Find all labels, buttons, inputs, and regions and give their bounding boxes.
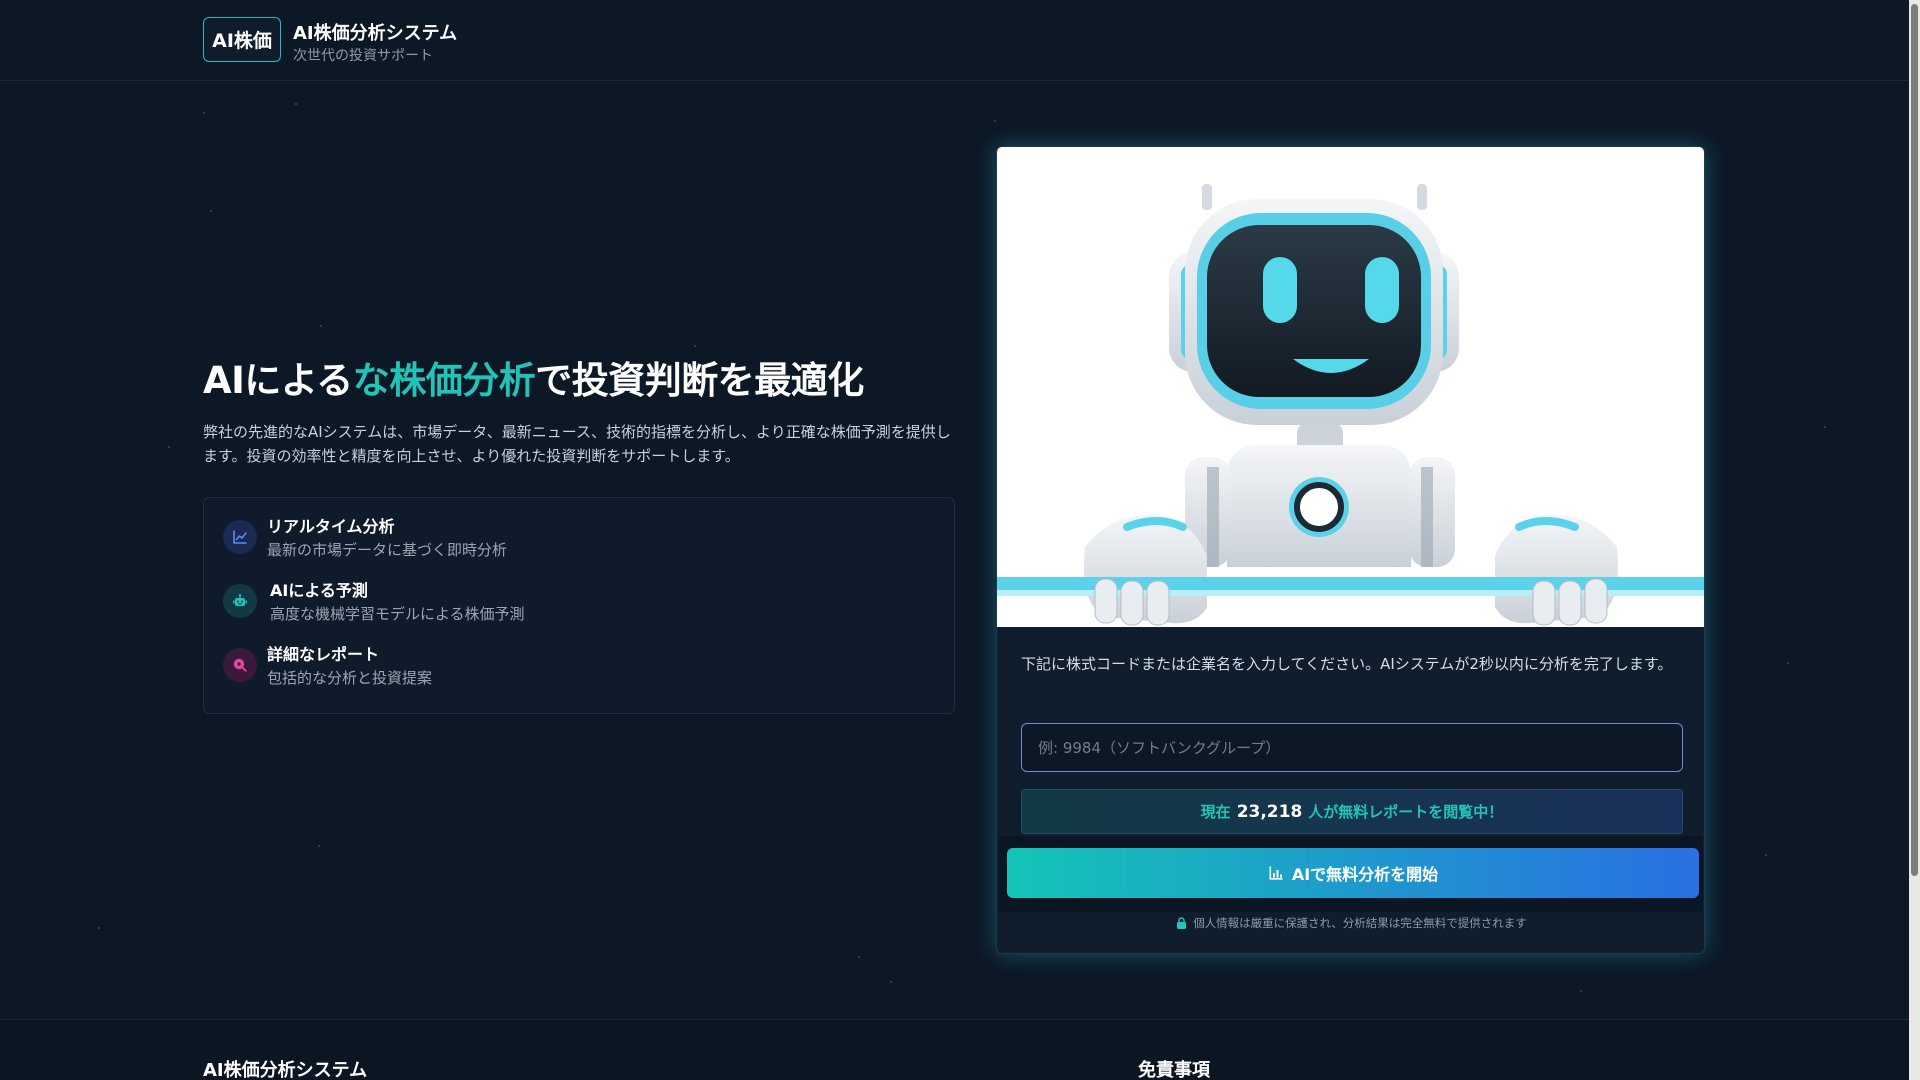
privacy-note: 個人情報は厳重に保護され、分析結果は完全無料で提供されます [997, 915, 1704, 931]
scrollbar-thumb[interactable] [1911, 4, 1918, 876]
start-analysis-button[interactable]: AIで無料分析を開始 [1007, 848, 1699, 898]
hero-title-after: で投資判断を最適化 [535, 359, 864, 402]
feature-list: リアルタイム分析 最新の市場データに基づく即時分析 AIによる予測 高度な機械学… [203, 497, 955, 714]
search-icon [223, 648, 257, 682]
live-viewer-count: 23,218 [1236, 801, 1303, 822]
feature-title: 詳細なレポート [267, 645, 380, 664]
bar-chart-icon [1269, 866, 1283, 880]
live-viewers-banner: 現在 23,218 人が無料レポートを閲覧中！ [1021, 789, 1683, 834]
hero-title: AIによるな株価分析で投資判断を最適化 [203, 350, 864, 404]
start-analysis-label: AIで無料分析を開始 [1291, 865, 1439, 884]
footer-disclaimer-title: 免責事項 [1138, 1060, 1210, 1080]
robot-illustration [997, 147, 1704, 627]
feature-item-report: 詳細なレポート 包括的な分析と投資提案 [223, 644, 432, 690]
feature-desc: 高度な機械学習モデルによる株価予測 [270, 605, 525, 623]
stock-code-input[interactable] [1021, 723, 1683, 772]
feature-title: リアルタイム分析 [267, 517, 395, 536]
hero-description: 弊社の先進的なAIシステムは、市場データ、最新ニュース、技術的指標を分析し、より… [203, 423, 951, 465]
cta-container: AIで無料分析を開始 [999, 836, 1703, 912]
feature-title: AIによる予測 [270, 581, 368, 600]
hero-title-before: AIによる [203, 359, 353, 402]
feature-item-ai-prediction: AIによる予測 高度な機械学習モデルによる株価予測 [223, 580, 525, 626]
privacy-text: 個人情報は厳重に保護され、分析結果は完全無料で提供されます [1193, 916, 1527, 930]
chart-line-icon [223, 520, 257, 554]
feature-desc: 包括的な分析と投資提案 [267, 669, 433, 687]
feature-desc: 最新の市場データに基づく即時分析 [267, 541, 508, 559]
hero-title-highlight: な株価分析 [352, 359, 536, 402]
robot-icon [223, 584, 257, 618]
site-header: AI株価 AI株価分析システム 次世代の投資サポート [0, 0, 1909, 81]
page-scrollbar[interactable] [1909, 0, 1920, 1080]
live-prefix: 現在 [1200, 803, 1231, 821]
footer-brand-title: AI株価分析システム [203, 1060, 368, 1080]
brand-title[interactable]: AI株価分析システム [293, 19, 457, 45]
live-suffix: 人が無料レポートを閲覧中！ [1308, 803, 1504, 821]
card-instructions: 下記に株式コードまたは企業名を入力してください。AIシステムが2秒以内に分析を完… [1021, 655, 1673, 673]
feature-item-realtime: リアルタイム分析 最新の市場データに基づく即時分析 [223, 516, 507, 562]
brand-subtitle: 次世代の投資サポート [293, 48, 433, 64]
lock-icon [1177, 917, 1187, 929]
logo[interactable]: AI株価 [203, 17, 281, 62]
site-footer: AI株価分析システム 免責事項 [0, 1019, 1909, 1080]
analysis-card: 下記に株式コードまたは企業名を入力してください。AIシステムが2秒以内に分析を完… [996, 146, 1705, 954]
page: AI株価 AI株価分析システム 次世代の投資サポート AIによるな株価分析で投資… [0, 0, 1909, 1080]
